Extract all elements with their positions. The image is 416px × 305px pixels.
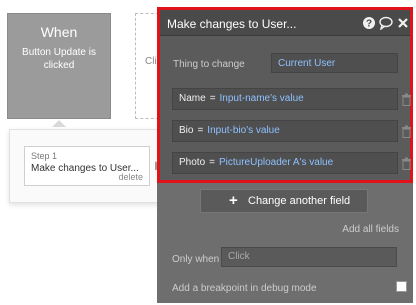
thing-to-change-input[interactable]: Current User xyxy=(271,53,398,73)
trash-icon[interactable] xyxy=(401,157,412,170)
editor-header[interactable]: Make changes to User... ? xyxy=(160,10,410,36)
step-panel: Step 1 Make changes to User... delete ▶ xyxy=(9,129,169,203)
field-value[interactable]: Input-name's value xyxy=(220,93,304,104)
trigger-caret xyxy=(52,120,66,127)
field-op: = xyxy=(209,93,216,104)
step-number: Step 1 xyxy=(31,151,58,161)
help-icon[interactable]: ? xyxy=(362,16,376,30)
thing-to-change-label: Thing to change xyxy=(173,59,245,70)
change-another-field-button[interactable]: + Change another field xyxy=(200,189,368,213)
svg-text:?: ? xyxy=(366,19,372,30)
field-key: Bio xyxy=(179,125,194,136)
trigger-event: Button Update is clicked xyxy=(22,47,96,71)
field-row-name[interactable]: Name = Input-name's value xyxy=(172,88,411,110)
trash-icon[interactable] xyxy=(401,125,412,138)
field-key: Name xyxy=(179,93,206,104)
field-value[interactable]: Input-bio's value xyxy=(207,125,280,136)
trigger-card[interactable]: When Button Update is clicked xyxy=(7,13,111,119)
step-card[interactable]: Step 1 Make changes to User... delete xyxy=(24,146,150,186)
field-op: = xyxy=(197,125,204,136)
next-action-hint: Cli xyxy=(145,56,157,67)
comment-icon[interactable] xyxy=(379,16,393,30)
change-another-field-label: Change another field xyxy=(248,195,351,207)
field-row-bio[interactable]: Bio = Input-bio's value xyxy=(172,120,411,142)
trigger-title: When xyxy=(40,24,78,40)
field-value[interactable]: PictureUploader A's value xyxy=(219,157,333,168)
only-when-input[interactable]: Click xyxy=(221,247,397,267)
field-key: Photo xyxy=(179,157,206,168)
add-all-fields-link[interactable]: Add all fields xyxy=(342,224,399,235)
property-editor: Make changes to User... ? Thing to chang… xyxy=(157,7,413,303)
plus-icon: + xyxy=(229,192,238,209)
breakpoint-label: Add a breakpoint in debug mode xyxy=(172,283,317,294)
field-row-photo[interactable]: Photo = PictureUploader A's value xyxy=(172,152,411,174)
breakpoint-checkbox[interactable] xyxy=(396,281,407,292)
trash-icon[interactable] xyxy=(401,93,412,106)
close-icon[interactable] xyxy=(396,16,410,30)
editor-title: Make changes to User... xyxy=(167,17,297,31)
field-op: = xyxy=(209,157,215,168)
only-when-label: Only when xyxy=(172,254,220,265)
step-delete-link[interactable]: delete xyxy=(118,172,143,182)
highlighted-section: Make changes to User... ? Thing to chang… xyxy=(157,7,413,183)
